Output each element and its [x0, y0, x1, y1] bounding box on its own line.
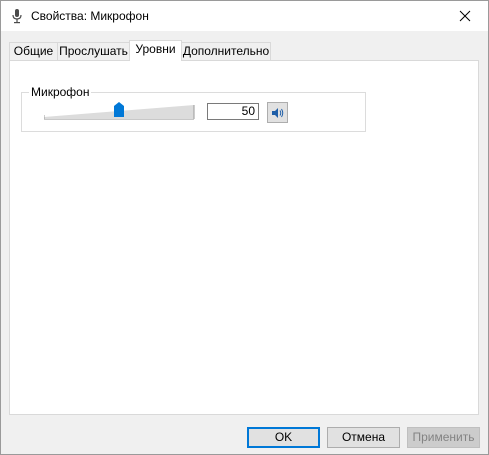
window-title: Свойства: Микрофон	[31, 9, 149, 23]
close-button[interactable]	[442, 1, 488, 31]
mute-button[interactable]	[267, 102, 288, 123]
properties-window: Свойства: Микрофон Общие Прослушать Уров…	[0, 0, 489, 455]
level-value-field[interactable]: 50	[207, 103, 259, 120]
close-icon	[459, 10, 471, 22]
volume-slider[interactable]	[44, 102, 196, 122]
tab-advanced[interactable]: Дополнительно	[181, 42, 271, 60]
microphone-group: Микрофон 50	[21, 85, 366, 132]
tab-listen[interactable]: Прослушать	[57, 42, 130, 60]
group-label: Микрофон	[29, 85, 92, 99]
microphone-icon	[10, 8, 24, 24]
tab-general[interactable]: Общие	[9, 42, 58, 60]
apply-button[interactable]: Применить	[407, 427, 480, 448]
cancel-button[interactable]: Отмена	[327, 427, 400, 448]
title-bar[interactable]: Свойства: Микрофон	[1, 1, 488, 31]
slider-thumb[interactable]	[114, 102, 124, 117]
levels-panel: Микрофон 50	[9, 60, 479, 415]
ok-button[interactable]: OK	[247, 427, 320, 448]
speaker-icon	[272, 108, 284, 118]
tab-levels[interactable]: Уровни	[129, 40, 182, 61]
